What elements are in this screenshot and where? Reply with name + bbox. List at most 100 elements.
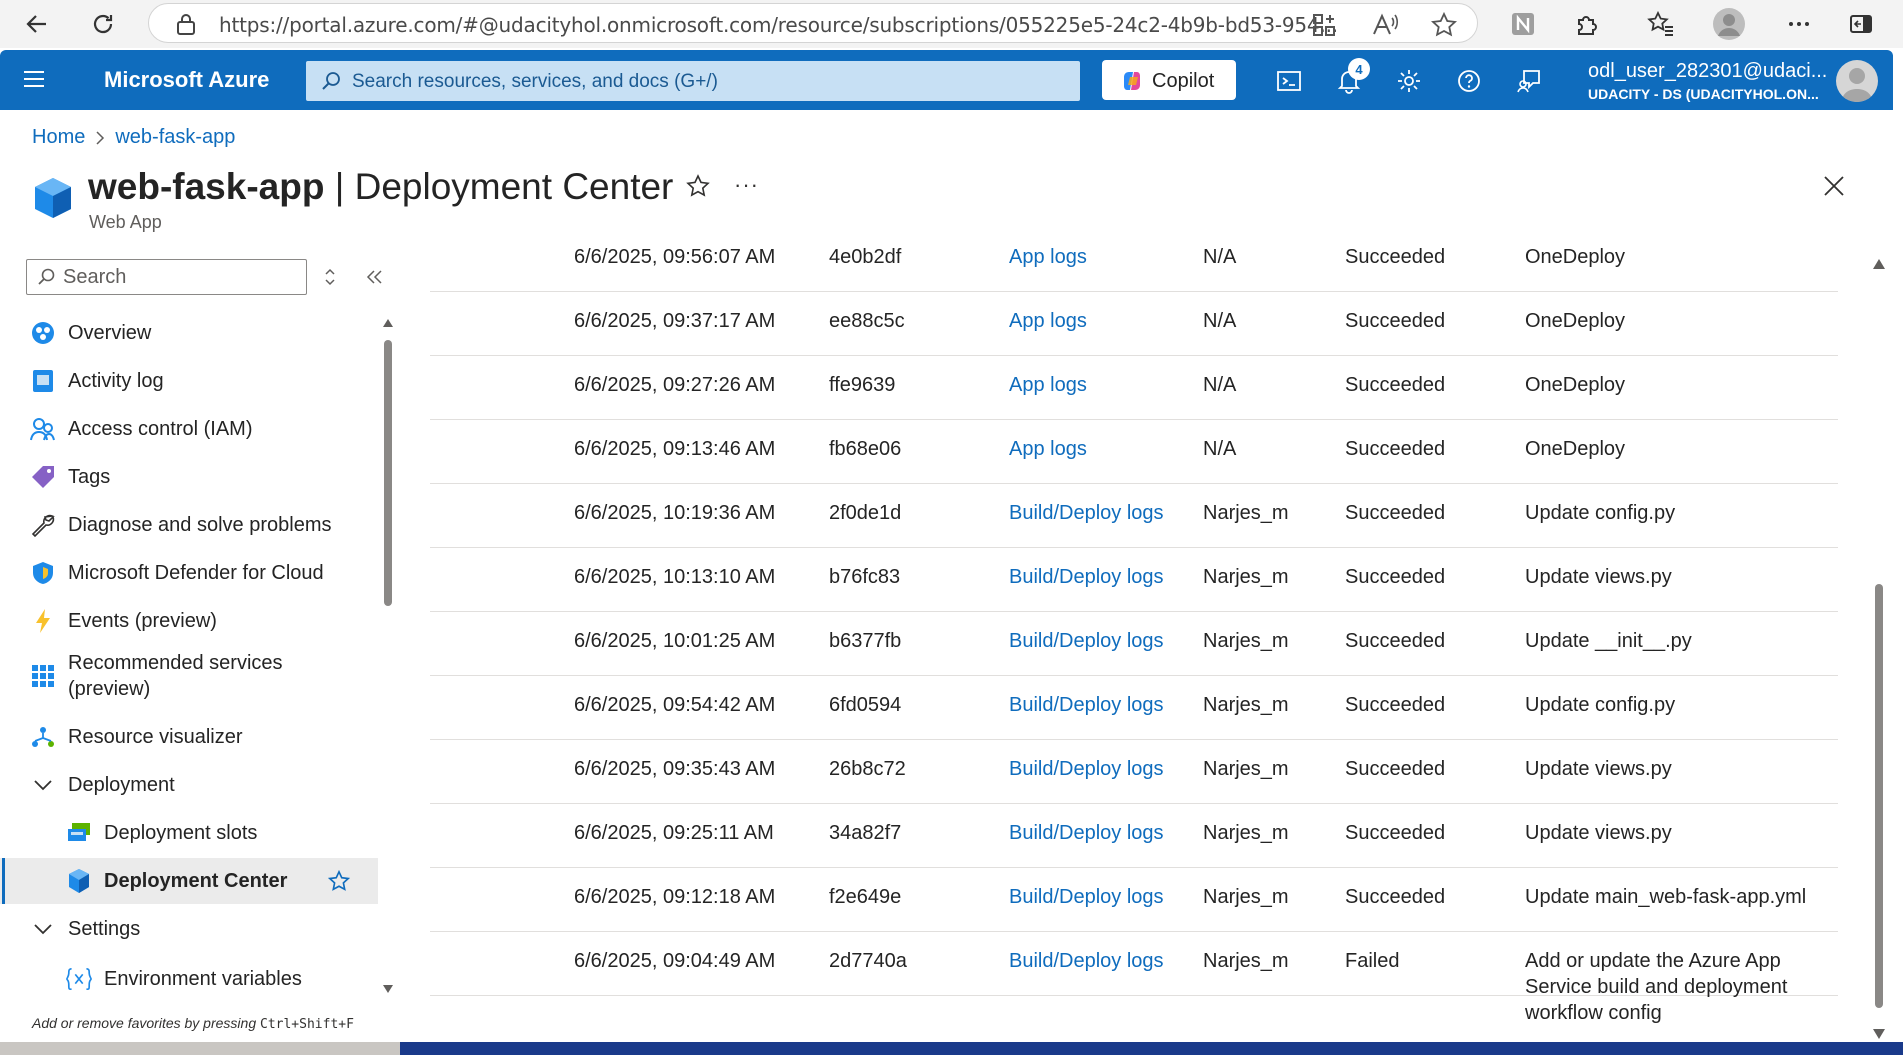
extensions-puzzle-icon[interactable] xyxy=(1570,7,1604,41)
sidebar-item-deployment-center[interactable]: Deployment Center xyxy=(0,858,378,904)
notification-count-badge: 4 xyxy=(1348,58,1370,80)
author: Narjes_m xyxy=(1203,822,1289,844)
sidebar-item-events[interactable]: Events (preview) xyxy=(0,598,378,644)
deployment-status: Succeeded xyxy=(1345,374,1446,396)
breadcrumb-home[interactable]: Home xyxy=(32,126,85,149)
favorite-star-icon[interactable] xyxy=(1431,12,1457,38)
sidebar-item-deployment-slots[interactable]: Deployment slots xyxy=(0,810,378,856)
deployment-status: Succeeded xyxy=(1345,694,1446,716)
slots-icon xyxy=(66,820,92,846)
tag-icon xyxy=(30,464,56,490)
help-icon[interactable] xyxy=(1452,64,1486,98)
main-scrollbar[interactable] xyxy=(1872,258,1886,1040)
favorite-star-icon[interactable] xyxy=(686,174,710,198)
logs-link[interactable]: Build/Deploy logs xyxy=(1009,948,1164,974)
deployment-status: Failed xyxy=(1345,950,1400,972)
sidebar-item-recommended[interactable]: Recommended services (preview) xyxy=(0,646,378,706)
deployment-status: Succeeded xyxy=(1345,502,1446,524)
sidebar-search-input[interactable]: Search xyxy=(26,259,307,295)
activity-log-icon xyxy=(30,368,56,394)
sidebar-scroll-thumb[interactable] xyxy=(384,340,392,606)
collapse-sidebar-icon[interactable] xyxy=(366,266,384,288)
desktop-taskbar-edge xyxy=(0,1042,1903,1055)
profile-icon[interactable] xyxy=(1712,7,1746,41)
logs-link[interactable]: Build/Deploy logs xyxy=(1009,564,1164,590)
deployment-status: Succeeded xyxy=(1345,246,1446,268)
commit-message: Update views.py xyxy=(1525,566,1672,588)
logs-link[interactable]: Build/Deploy logs xyxy=(1009,628,1164,654)
table-row: 6/6/2025, 09:56:07 AM 4e0b2df App logs N/A S… xyxy=(430,228,1838,292)
azure-brand[interactable]: Microsoft Azure xyxy=(104,67,269,93)
author: Narjes_m xyxy=(1203,950,1289,972)
logs-link[interactable]: Build/Deploy logs xyxy=(1009,884,1164,910)
sidebar-item-label: Tags xyxy=(68,466,111,488)
back-button[interactable] xyxy=(20,7,54,41)
refresh-icon xyxy=(93,14,113,34)
hamburger-menu-icon[interactable] xyxy=(22,68,46,90)
sidebar-item-diagnose[interactable]: Diagnose and solve problems xyxy=(0,502,378,548)
main-scroll-thumb[interactable] xyxy=(1875,584,1883,1008)
author: Narjes_m xyxy=(1203,758,1289,780)
more-menu-icon[interactable] xyxy=(1782,7,1816,41)
close-icon[interactable] xyxy=(1822,174,1846,198)
commit-id: f2e649e xyxy=(829,886,902,908)
global-search-input[interactable]: Search resources, services, and docs (G+… xyxy=(306,61,1080,101)
address-bar[interactable]: https://portal.azure.com/#@udacityhol.on… xyxy=(148,3,1478,43)
favorites-list-icon[interactable] xyxy=(1644,7,1678,41)
settings-gear-icon[interactable] xyxy=(1392,64,1426,98)
logs-link[interactable]: App logs xyxy=(1009,436,1087,462)
logs-link[interactable]: Build/Deploy logs xyxy=(1009,756,1164,782)
sidebar-item-resource-visualizer[interactable]: Resource visualizer xyxy=(0,714,378,760)
author: Narjes_m xyxy=(1203,566,1289,588)
sidebar-toggle-icon[interactable] xyxy=(1844,7,1878,41)
commit-id: 34a82f7 xyxy=(829,822,902,844)
refresh-button[interactable] xyxy=(86,7,120,41)
feedback-icon[interactable] xyxy=(1512,64,1546,98)
sidebar-item-overview[interactable]: Overview xyxy=(0,310,378,356)
apps-icon[interactable] xyxy=(1311,12,1337,38)
sidebar-group-settings[interactable]: Settings xyxy=(0,906,378,952)
read-aloud-icon[interactable] xyxy=(1371,12,1399,38)
sidebar-group-deployment[interactable]: Deployment xyxy=(0,762,378,808)
cloud-shell-icon[interactable] xyxy=(1272,64,1306,98)
commit-message: Update config.py xyxy=(1525,502,1676,524)
copilot-icon xyxy=(1120,69,1144,93)
author: N/A xyxy=(1203,438,1237,460)
more-options-button[interactable]: ··· xyxy=(734,172,759,198)
sidebar-scrollbar[interactable] xyxy=(382,318,394,994)
visualizer-icon xyxy=(30,724,56,750)
logs-link[interactable]: Build/Deploy logs xyxy=(1009,500,1164,526)
sidebar-item-label: Environment variables xyxy=(104,968,302,990)
resource-name: web-fask-app xyxy=(88,166,325,207)
expand-collapse-icon[interactable] xyxy=(322,266,338,288)
favorite-star-icon[interactable] xyxy=(328,870,350,892)
copilot-button[interactable]: Copilot xyxy=(1102,60,1236,100)
title-separator: | xyxy=(324,166,355,207)
extension-n-icon[interactable] xyxy=(1506,7,1540,41)
logs-link[interactable]: App logs xyxy=(1009,244,1087,270)
favorites-hint-text: Add or remove favorites by pressing xyxy=(32,1015,260,1031)
deployment-status: Succeeded xyxy=(1345,310,1446,332)
user-directory[interactable]: UDACITY - DS (UDACITYHOL.ON... xyxy=(1588,86,1819,102)
sidebar-item-access-control[interactable]: Access control (IAM) xyxy=(0,406,378,452)
browser-toolbar: https://portal.azure.com/#@udacityhol.on… xyxy=(0,0,1903,48)
user-avatar[interactable] xyxy=(1836,60,1878,102)
search-icon xyxy=(36,267,56,287)
breadcrumb-resource[interactable]: web-fask-app xyxy=(115,126,235,149)
logs-link[interactable]: Build/Deploy logs xyxy=(1009,692,1164,718)
sidebar-item-defender[interactable]: Microsoft Defender for Cloud xyxy=(0,550,378,596)
sidebar-item-activity-log[interactable]: Activity log xyxy=(0,358,378,404)
logs-link[interactable]: App logs xyxy=(1009,308,1087,334)
sidebar-item-tags[interactable]: Tags xyxy=(0,454,378,500)
sidebar-item-environment-variables[interactable]: Environment variables xyxy=(0,956,378,1002)
user-name[interactable]: odl_user_282301@udaci... xyxy=(1588,60,1827,83)
sidebar-item-label: Access control (IAM) xyxy=(68,418,253,440)
commit-message: OneDeploy xyxy=(1525,310,1626,332)
copilot-label: Copilot xyxy=(1152,70,1215,92)
author: N/A xyxy=(1203,374,1237,396)
deployment-status: Succeeded xyxy=(1345,566,1446,588)
logs-link[interactable]: App logs xyxy=(1009,372,1087,398)
sidebar-item-label: Deployment slots xyxy=(104,822,258,844)
commit-id: 2f0de1d xyxy=(829,502,902,524)
logs-link[interactable]: Build/Deploy logs xyxy=(1009,820,1164,846)
